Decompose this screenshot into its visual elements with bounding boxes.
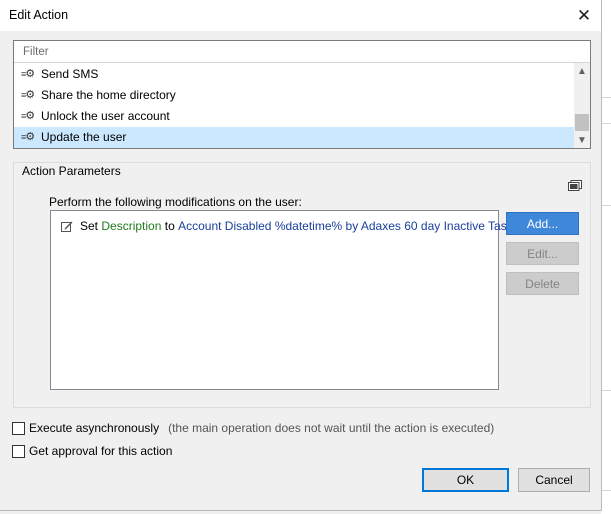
modification-verb: Set xyxy=(80,219,99,233)
scroll-thumb[interactable] xyxy=(575,114,589,131)
add-button[interactable]: Add... xyxy=(506,212,579,235)
modification-connector: to xyxy=(164,219,175,233)
execute-async-option[interactable]: Execute asynchronously (the main operati… xyxy=(12,421,494,435)
edit-button[interactable]: Edit... xyxy=(506,242,579,265)
action-item-share-home-directory[interactable]: ≡ ⚙ Share the home directory xyxy=(14,85,574,106)
modifications-label: Perform the following modifications on t… xyxy=(49,195,302,209)
modification-row[interactable]: Set Description to Account Disabled %dat… xyxy=(61,219,513,233)
get-approval-checkbox[interactable] xyxy=(12,444,25,458)
action-list-box: ≡⚙ Send SMS ≡⚙ Share the home directory … xyxy=(13,40,591,149)
parameters-menu-icon[interactable] xyxy=(568,180,582,191)
delete-button[interactable]: Delete xyxy=(506,272,579,295)
scroll-up-icon[interactable]: ▲ xyxy=(574,63,590,79)
get-approval-label: Get approval for this action xyxy=(29,444,173,458)
gear-icon: ≡ ⚙ xyxy=(21,131,36,143)
action-item-unlock-account[interactable]: ≡ ⚙ Unlock the user account xyxy=(14,106,574,127)
close-button[interactable]: ✕ xyxy=(567,0,601,31)
filter-input[interactable] xyxy=(14,41,590,63)
get-approval-option[interactable]: Get approval for this action xyxy=(12,444,172,458)
action-item-update-user[interactable]: ≡ ⚙ Update the user xyxy=(14,127,574,148)
action-list: ≡ ⚙ Send SMS ≡ ⚙ Share the home directory … xyxy=(14,64,574,148)
title-bar: Edit Action ✕ xyxy=(0,0,601,31)
list-item-label: Send SMS xyxy=(41,67,99,81)
edit-action-dialog: Edit Action ✕ ≡⚙ Send SMS ≡⚙ Share the h… xyxy=(0,0,602,511)
list-item-label: Unlock the user account xyxy=(41,109,170,123)
execute-async-checkbox[interactable] xyxy=(12,421,25,435)
action-item-send-sms[interactable]: ≡ ⚙ Send SMS xyxy=(14,64,574,85)
modification-property: Description xyxy=(101,219,162,233)
background-window-edge xyxy=(601,0,611,514)
gear-icon: ≡ ⚙ xyxy=(21,68,36,80)
gear-icon: ≡ ⚙ xyxy=(21,110,36,122)
list-item-label: Share the home directory xyxy=(41,88,176,102)
list-item-label: Update the user xyxy=(41,130,127,144)
gear-icon: ≡ ⚙ xyxy=(21,89,36,101)
cancel-button[interactable]: Cancel xyxy=(518,468,590,492)
modification-value: Account Disabled %datetime% by Adaxes 60… xyxy=(178,219,513,233)
modifications-list: Set Description to Account Disabled %dat… xyxy=(50,210,513,390)
action-list-scrollbar[interactable]: ▲ ▼ xyxy=(574,63,590,148)
execute-async-label: Execute asynchronously xyxy=(29,421,160,435)
action-parameters-label: Action Parameters xyxy=(21,164,122,178)
window-title: Edit Action xyxy=(9,8,69,22)
edit-property-icon xyxy=(61,221,73,232)
ok-button[interactable]: OK xyxy=(422,468,509,492)
execute-async-hint: (the main operation does not wait until … xyxy=(168,421,495,435)
close-icon: ✕ xyxy=(576,5,592,25)
scroll-down-icon[interactable]: ▼ xyxy=(574,132,590,148)
